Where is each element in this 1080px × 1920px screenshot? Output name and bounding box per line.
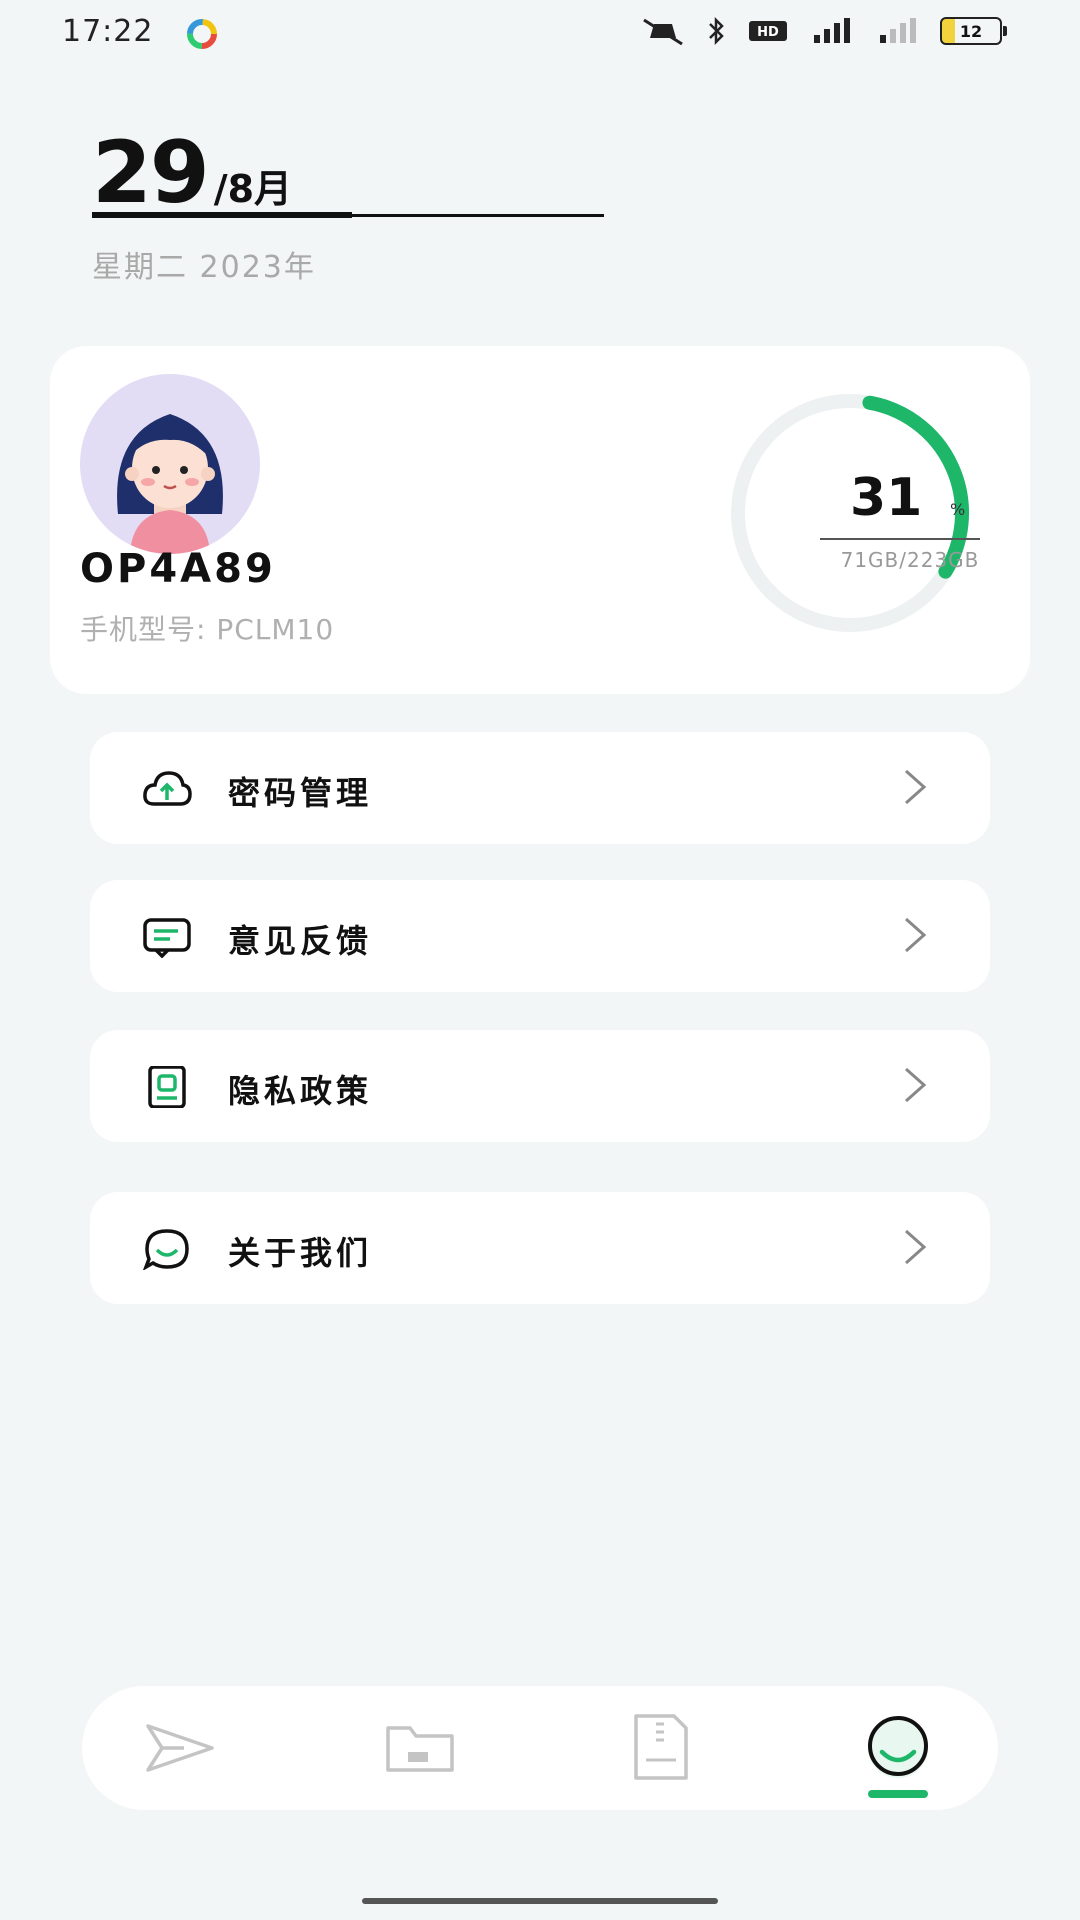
profile-smile-icon	[868, 1716, 928, 1778]
date-header: 29/8月 星期二 2023年	[92, 130, 604, 285]
message-icon	[143, 918, 191, 958]
document-icon	[148, 1066, 186, 1108]
app-icon	[187, 19, 217, 49]
nav-active-indicator	[868, 1790, 928, 1798]
menu-item-feedback[interactable]: 意见反馈	[90, 880, 990, 992]
menu-item-password[interactable]: 密码管理	[90, 732, 990, 844]
storage-divider	[820, 538, 980, 540]
device-model: 手机型号: PCLM10	[80, 613, 335, 646]
storage-percent-unit: %	[950, 500, 966, 519]
status-time: 17:22	[62, 14, 154, 49]
storage-gauge: 31 % 71GB/223GB	[700, 388, 1000, 638]
status-bar: 17:22 HD 12	[0, 0, 1080, 70]
menu-item-about[interactable]: 关于我们	[90, 1192, 990, 1304]
bluetooth-icon	[709, 16, 724, 46]
signal-icon-2	[880, 18, 916, 43]
menu-item-label: 密码管理	[228, 774, 373, 812]
avatar[interactable]	[80, 374, 260, 554]
folder-icon	[386, 1726, 454, 1772]
menu-item-privacy[interactable]: 隐私政策	[90, 1030, 990, 1142]
file-zip-icon	[634, 1714, 688, 1780]
menu-item-label: 意见反馈	[228, 922, 373, 960]
home-indicator[interactable]	[362, 1898, 718, 1904]
storage-percent: 31	[850, 468, 923, 528]
signal-icon	[814, 18, 850, 43]
chevron-right-icon	[905, 1229, 927, 1265]
storage-used: 71GB/223GB	[840, 548, 980, 572]
avatar-girl-icon	[80, 374, 260, 554]
cloud-upload-icon	[143, 771, 192, 806]
nav-files[interactable]	[620, 1712, 700, 1782]
date-main: 29/8月	[92, 130, 604, 216]
hd-icon: HD	[749, 21, 787, 41]
date-underline-accent	[92, 212, 352, 218]
svg-text:HD: HD	[757, 25, 779, 40]
device-name: OP4A89	[80, 546, 276, 592]
chevron-right-icon	[905, 1067, 927, 1103]
date-month: /8月	[213, 167, 293, 211]
profile-card: OP4A89 手机型号: PCLM10 31 % 71GB/223GB	[50, 346, 1030, 694]
battery-icon: 12	[940, 17, 1007, 45]
menu-item-label: 隐私政策	[228, 1072, 373, 1110]
chevron-right-icon	[905, 917, 927, 953]
bottom-nav	[82, 1686, 998, 1810]
nav-profile[interactable]	[858, 1712, 938, 1782]
menu-item-label: 关于我们	[228, 1234, 373, 1272]
chat-smile-icon	[143, 1229, 189, 1270]
nav-folder[interactable]	[380, 1712, 460, 1782]
date-day: 29	[92, 123, 210, 223]
mute-icon	[643, 18, 683, 46]
nav-send[interactable]	[140, 1712, 220, 1782]
chevron-right-icon	[905, 769, 927, 805]
date-weekday-year: 星期二 2023年	[92, 250, 316, 285]
send-icon	[146, 1724, 214, 1772]
